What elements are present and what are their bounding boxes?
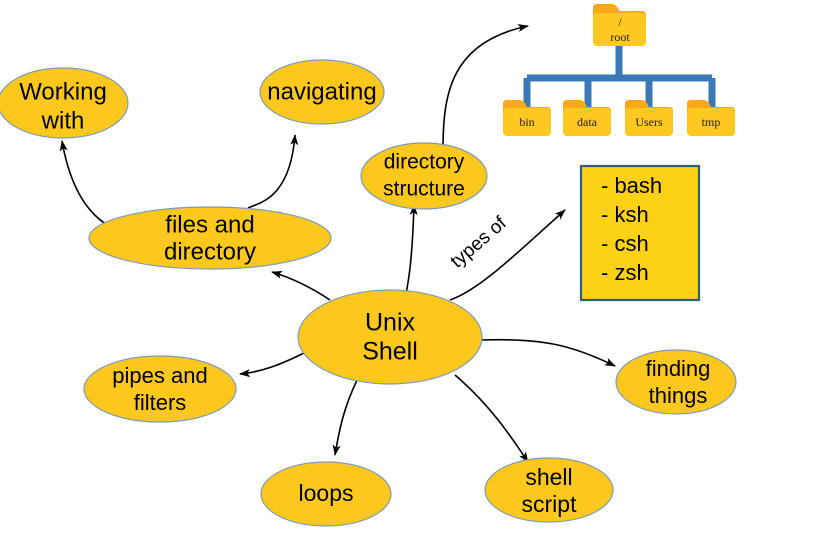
node-pipes-and-filters-line1: pipes and [112,363,207,388]
edge-center-to-shell-script [454,374,529,463]
shell-types-box: - bash - ksh - csh - zsh [579,164,701,302]
node-pipes-and-filters[interactable]: pipes and filters [83,355,237,423]
folder-root-name: root [610,30,630,44]
node-unix-shell-center[interactable]: Unix Shell [297,289,483,385]
folder-users-label: Users [635,115,663,129]
node-directory-structure-line1: directory [384,151,465,174]
node-directory-structure[interactable]: directory structure [360,142,488,210]
node-loops[interactable]: loops [260,461,392,527]
node-navigating[interactable]: navigating [259,59,385,125]
node-navigating-line1: navigating [267,78,376,105]
shell-type-item-ksh: - ksh [601,202,649,227]
node-unix-shell-line1: Unix [365,309,416,337]
types-of-label: types of [447,212,512,272]
folder-tree: / root bin data Users tmp [503,4,735,136]
node-working-with-line1: Working [19,78,107,105]
node-finding-things-line2: things [649,383,708,408]
node-shell-script[interactable]: shell script [484,457,614,523]
node-working-with-line2: with [41,107,85,134]
folder-data-label: data [577,115,598,129]
node-finding-things-line1: finding [646,356,711,381]
edge-center-to-directory-structure [404,204,418,301]
node-unix-shell-line2: Shell [362,338,418,366]
folder-bin-label: bin [519,115,534,129]
node-loops-line1: loops [299,480,354,506]
node-files-and-directory-line2: directory [164,238,256,265]
edge-files-to-navigating [247,134,299,209]
node-files-and-directory[interactable]: files and directory [88,206,332,270]
folder-tmp-label: tmp [702,115,721,129]
node-files-and-directory-line1: files and [165,211,254,238]
edge-center-to-pipes-and-filters [239,351,307,378]
node-pipes-and-filters-line2: filters [134,390,187,415]
shell-type-item-zsh: - zsh [601,260,649,285]
shell-type-item-bash: - bash [601,173,662,198]
edge-center-to-files [271,271,331,301]
node-shell-script-line2: script [522,491,578,517]
shell-type-item-csh: - csh [601,231,649,256]
edge-center-to-finding-things [479,338,616,367]
edge-center-to-loops [332,377,359,456]
node-finding-things[interactable]: finding things [615,349,737,415]
edge-label-types-of: types of [447,212,512,272]
node-working-with[interactable]: Working with [0,67,129,139]
folder-root[interactable]: / root [593,4,646,46]
mindmap-canvas: types of Working with navigating files a… [0,4,737,527]
node-directory-structure-line2: structure [383,178,465,201]
folder-tree-links [523,42,716,112]
node-shell-script-line1: shell [525,464,572,490]
